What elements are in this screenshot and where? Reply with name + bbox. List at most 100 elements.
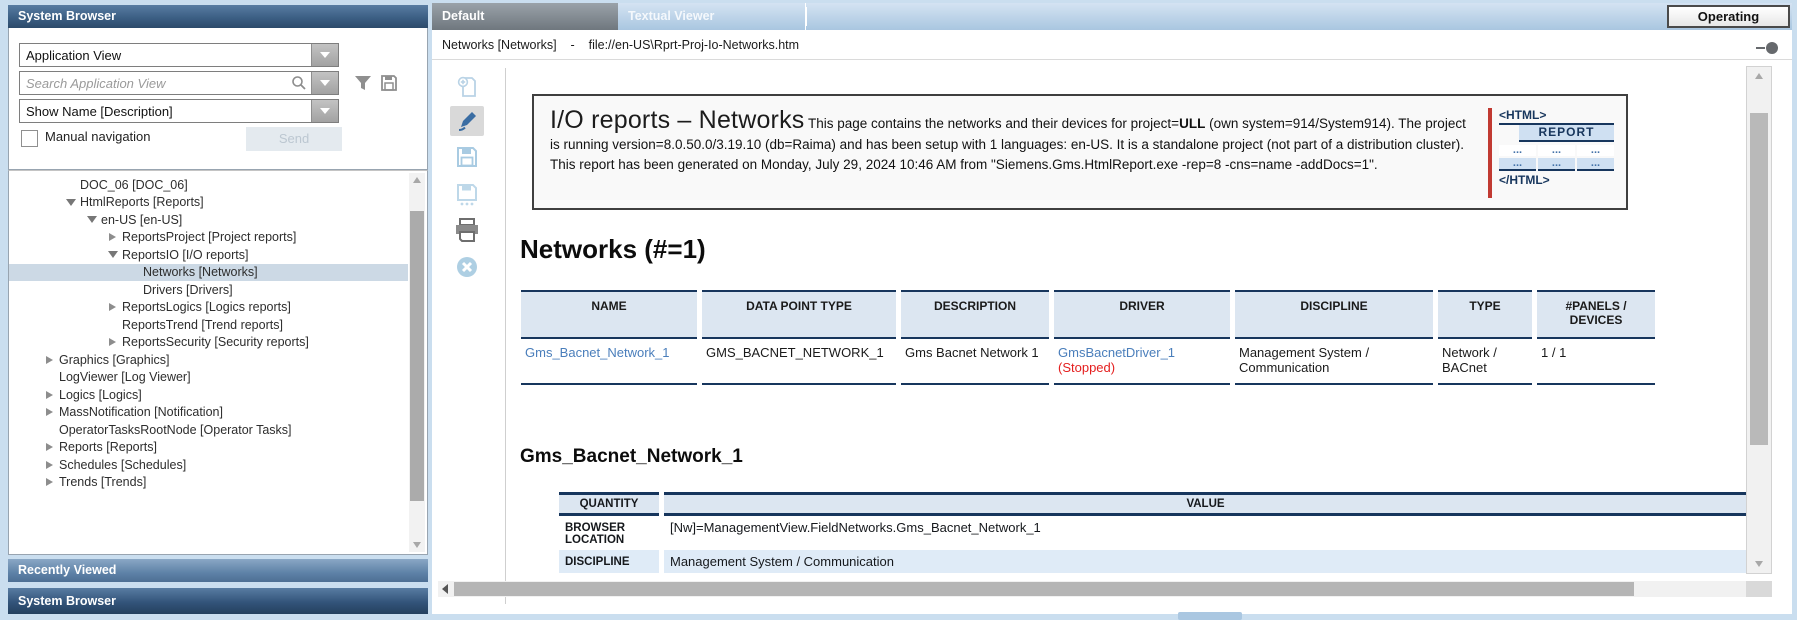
search-options-chevron-icon[interactable] [311,72,338,94]
tree-item-operatortasksrootnode[interactable]: OperatorTasksRootNode [Operator Tasks] [9,421,408,439]
send-button[interactable]: Send [246,127,342,151]
report-title: I/O reports – Networks [550,106,804,134]
scroll-up-icon[interactable] [1747,69,1771,83]
tree-item-trends[interactable]: Trends [Trends] [9,474,408,492]
tree-item-doc_06[interactable]: DOC_06 [DOC_06] [9,176,408,194]
logo-html-open: <HTML> [1499,108,1614,125]
tree-item-label: Trends [Trends] [56,475,146,489]
tree-expander-icon[interactable] [43,443,56,451]
tree-expander-icon[interactable] [106,251,119,258]
tree-expander-icon[interactable] [85,216,98,223]
breadcrumb-bar: Networks [Networks] - file://en-US\Rprt-… [432,30,1792,60]
report-generated-line: This report has been generated on Monday… [550,155,1476,175]
search-field[interactable] [19,71,339,95]
tab-default[interactable]: Default [432,3,618,30]
new-report-icon[interactable] [450,72,484,102]
save-report-icon[interactable] [450,142,484,172]
tree-item-logics[interactable]: Logics [Logics] [9,386,408,404]
system-browser-bar[interactable]: System Browser [8,588,428,614]
scrollbar-corner [1746,581,1772,597]
save-search-icon[interactable] [377,71,401,95]
tree-item-label: Networks [Networks] [140,265,258,279]
chevron-down-icon[interactable] [311,100,338,122]
filter-icon[interactable] [351,71,375,95]
tree-expander-icon[interactable] [106,338,119,346]
tree-item-graphics[interactable]: Graphics [Graphics] [9,351,408,369]
report-viewer: I/O reports – Networks This page contain… [432,60,1792,614]
tree-item-reports[interactable]: Reports [Reports] [9,439,408,457]
cell-panels-devices: 1 / 1 [1537,339,1655,385]
navigation-tree: DOC_06 [DOC_06]HtmlReports [Reports]en-U… [8,170,428,555]
network-link[interactable]: Gms_Bacnet_Network_1 [525,345,670,360]
tree-item-logviewer[interactable]: LogViewer [Log Viewer] [9,369,408,387]
tree-scrollbar-thumb[interactable] [410,211,424,501]
tree-expander-icon[interactable] [64,199,77,206]
tree-item-reportstrend[interactable]: ReportsTrend [Trend reports] [9,316,408,334]
tree-expander-icon[interactable] [106,233,119,241]
scroll-down-icon[interactable] [1747,557,1771,571]
networks-heading: Networks (#=1) [520,234,706,265]
tree-item-label: LogViewer [Log Viewer] [56,370,191,384]
quantity-row-browser-location: BROWSER LOCATION [Nw]=ManagementView.Fie… [559,516,1747,550]
tree-item-htmlreports[interactable]: HtmlReports [Reports] [9,194,408,212]
col-name: NAME [521,290,697,339]
report-vertical-scrollbar[interactable] [1746,66,1772,574]
panel-title: System Browser [8,5,428,28]
search-input[interactable] [20,75,287,92]
tree-item-schedules[interactable]: Schedules [Schedules] [9,456,408,474]
tree-item-massnotification[interactable]: MassNotification [Notification] [9,404,408,422]
scroll-down-icon[interactable] [409,538,425,552]
chevron-down-icon[interactable] [311,44,338,66]
tree-item-networks[interactable]: Networks [Networks] [9,264,408,282]
network-section-heading: Gms_Bacnet_Network_1 [520,446,743,468]
scroll-up-icon[interactable] [409,173,425,187]
operating-mode-button[interactable]: Operating [1667,5,1790,28]
cancel-icon[interactable] [450,252,484,282]
tree-expander-icon[interactable] [106,303,119,311]
tree-scrollbar[interactable] [409,173,425,552]
tree-item-label: MassNotification [Notification] [56,405,223,419]
tab-bar: Default Textual Viewer [432,3,1792,30]
breadcrumb-item: Networks [Networks] [442,38,557,52]
tree-item-reportsio[interactable]: ReportsIO [I/O reports] [9,246,408,264]
tree-expander-icon[interactable] [43,356,56,364]
cell-data-point-type: GMS_BACNET_NETWORK_1 [702,339,896,385]
tab-separator [806,7,807,26]
tree-item-reportssecurity[interactable]: ReportsSecurity [Security reports] [9,334,408,352]
recently-viewed-bar[interactable]: Recently Viewed [8,559,428,582]
tree-item-label: ReportsProject [Project reports] [119,230,296,244]
tree-item-reportsproject[interactable]: ReportsProject [Project reports] [9,229,408,247]
logo-html-close: </HTML> [1499,173,1614,187]
report-header-box: I/O reports – Networks This page contain… [532,94,1628,210]
print-report-icon[interactable] [450,215,484,245]
tree-item-drivers[interactable]: Drivers [Drivers] [9,281,408,299]
display-mode-dropdown[interactable]: Show Name [Description] [19,99,339,123]
quantity-table-header-row: QUANTITY VALUE [559,492,1747,516]
report-horizontal-scrollbar[interactable] [438,581,1772,597]
edit-report-icon[interactable] [450,106,484,136]
scroll-left-icon[interactable] [438,581,452,597]
tree-expander-icon[interactable] [43,408,56,416]
tab-textual-viewer[interactable]: Textual Viewer [618,3,806,30]
tree-expander-icon[interactable] [43,478,56,486]
view-dropdown-value: Application View [20,48,311,63]
tree-expander-icon[interactable] [43,461,56,469]
save-as-report-icon[interactable] [450,180,484,210]
col-type: TYPE [1438,290,1532,339]
tree-item-label: Schedules [Schedules] [56,458,186,472]
tree-item-en-us[interactable]: en-US [en-US] [9,211,408,229]
networks-table-row: Gms_Bacnet_Network_1 GMS_BACNET_NETWORK_… [521,339,1655,385]
pin-icon[interactable] [1756,42,1778,54]
view-dropdown[interactable]: Application View [19,43,339,67]
driver-link[interactable]: GmsBacnetDriver_1 [1058,345,1175,360]
tree-expander-icon[interactable] [43,391,56,399]
horizontal-scrollbar-thumb[interactable] [454,582,1634,596]
col-data-point-type: DATA POINT TYPE [702,290,896,339]
tree-item-reportslogics[interactable]: ReportsLogics [Logics reports] [9,299,408,317]
search-icon[interactable] [287,71,311,95]
vertical-scrollbar-thumb[interactable] [1750,113,1768,445]
window-grip[interactable] [1178,612,1242,620]
tree-item-label: Reports [Reports] [56,440,157,454]
manual-navigation-checkbox[interactable] [21,130,38,147]
logo-dots-grid: ......... ......... [1499,145,1614,171]
